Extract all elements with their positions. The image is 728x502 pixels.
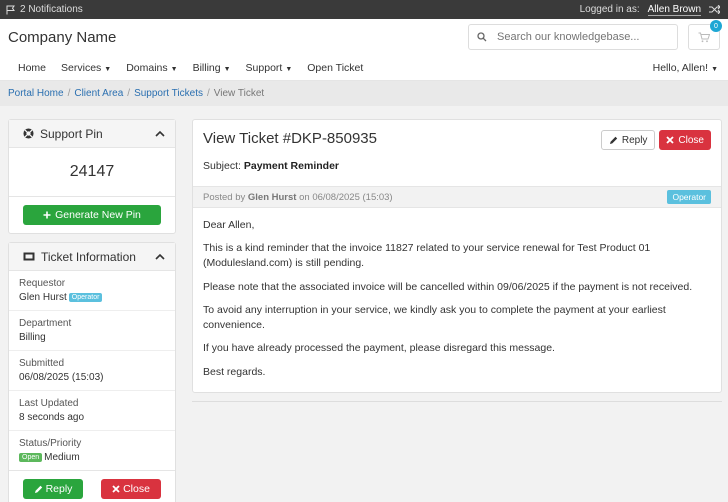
breadcrumb-current: View Ticket [213, 88, 265, 99]
reply-button[interactable]: Reply [600, 130, 656, 150]
close-icon [112, 485, 120, 493]
support-pin-header[interactable]: Support Pin [9, 120, 175, 148]
operator-badge: Operator [68, 292, 103, 302]
search-icon [477, 32, 487, 42]
info-department: Department Billing [9, 311, 175, 351]
message-paragraph: To avoid any interruption in your servic… [203, 303, 666, 332]
caret-down-icon: ▼ [170, 65, 178, 73]
ticket-subject: Subject: Payment Reminder [203, 160, 339, 172]
notifications-label: 2 Notifications [20, 4, 83, 15]
caret-down-icon: ▼ [711, 65, 718, 73]
search-input[interactable] [497, 31, 657, 43]
ticket-icon [23, 252, 35, 261]
divider [192, 400, 722, 402]
ticket-main: View Ticket #DKP-850935 Reply Close Subj… [192, 119, 722, 402]
status-badge: Open [19, 452, 43, 462]
message-paragraph: Please note that the associated invoice … [203, 280, 693, 293]
cart-icon [698, 32, 710, 43]
caret-down-icon: ▼ [223, 65, 231, 73]
close-icon [666, 136, 675, 144]
life-ring-icon [23, 128, 34, 139]
chevron-up-icon[interactable] [155, 130, 165, 137]
ticket-info-panel: Ticket Information Requestor Glen Hurst O… [8, 242, 176, 502]
message-date: 06/08/2025 (15:03) [312, 191, 393, 203]
ticket-info-header[interactable]: Ticket Information [9, 243, 175, 271]
main-nav: Home Services ▼ Domains ▼ Billing ▼ Support… [0, 55, 728, 81]
sidebar-reply-button[interactable]: Reply [23, 479, 83, 499]
cart-button[interactable]: 0 [688, 20, 722, 50]
nav-support[interactable]: Support ▼ [246, 62, 293, 74]
account-menu[interactable]: Hello, Allen! ▼ [653, 62, 718, 74]
message-paragraph: Best regards. [203, 365, 266, 378]
support-pin-panel: Support Pin 24147 Generate New Pin [8, 119, 176, 234]
pencil-icon [34, 485, 43, 494]
info-last-updated: Last Updated 8 seconds ago [9, 391, 175, 431]
logged-in-label: Logged in as: [579, 4, 640, 15]
page-title: View Ticket #DKP-850935 [203, 130, 377, 147]
info-requestor: Requestor Glen Hurst Operator [9, 271, 175, 311]
breadcrumb-portal-home[interactable]: Portal Home [8, 88, 64, 99]
support-pin-value: 24147 [69, 163, 115, 180]
brand-logo[interactable]: Company Name [8, 29, 116, 46]
message-paragraph: If you have already processed the paymen… [203, 342, 555, 355]
shuffle-icon[interactable] [709, 5, 720, 14]
notifications-link[interactable]: 2 Notifications [6, 4, 83, 15]
flag-icon [6, 5, 17, 15]
site-header: Company Name 0 [0, 19, 728, 55]
breadcrumb-client-area[interactable]: Client Area [74, 88, 123, 99]
sidebar: Support Pin 24147 Generate New Pin Ticke… [8, 119, 176, 502]
operator-badge: Operator [667, 190, 711, 204]
nav-open-ticket[interactable]: Open Ticket [307, 62, 363, 74]
nav-billing[interactable]: Billing ▼ [193, 62, 231, 74]
knowledgebase-search[interactable] [468, 24, 678, 50]
ticket-info-title: Ticket Information [41, 249, 136, 264]
message-body: Dear Allen, This is a kind reminder that… [193, 208, 721, 392]
breadcrumb-support-tickets[interactable]: Support Tickets [134, 88, 203, 99]
message-header: Posted by Glen Hurst on 06/08/2025 (15:0… [193, 186, 721, 208]
caret-down-icon: ▼ [285, 65, 293, 73]
support-pin-title: Support Pin [40, 126, 103, 141]
generate-pin-button[interactable]: Generate New Pin [23, 205, 161, 225]
message-paragraph: Dear Allen, [203, 219, 255, 231]
close-button[interactable]: Close [659, 130, 711, 150]
plus-icon [43, 211, 51, 219]
nav-services[interactable]: Services ▼ [61, 62, 111, 74]
nav-domains[interactable]: Domains ▼ [126, 62, 177, 74]
breadcrumb: Portal Home / Client Area / Support Tick… [0, 81, 728, 106]
top-bar: 2 Notifications Logged in as: Allen Brow… [0, 0, 728, 19]
info-submitted: Submitted 06/08/2025 (15:03) [9, 351, 175, 391]
info-status-priority: Status/Priority Open Medium [9, 431, 175, 471]
chevron-up-icon[interactable] [155, 253, 165, 260]
pencil-icon [609, 136, 618, 145]
sidebar-close-button[interactable]: Close [101, 479, 161, 499]
message-paragraph: This is a kind reminder that the invoice… [203, 242, 651, 270]
message-author: Glen Hurst [247, 191, 297, 203]
caret-down-icon: ▼ [104, 65, 112, 73]
nav-home[interactable]: Home [18, 62, 46, 74]
logged-in-user-link[interactable]: Allen Brown [647, 4, 701, 16]
cart-count-badge: 0 [710, 20, 722, 32]
ticket-card: View Ticket #DKP-850935 Reply Close Subj… [192, 119, 722, 393]
